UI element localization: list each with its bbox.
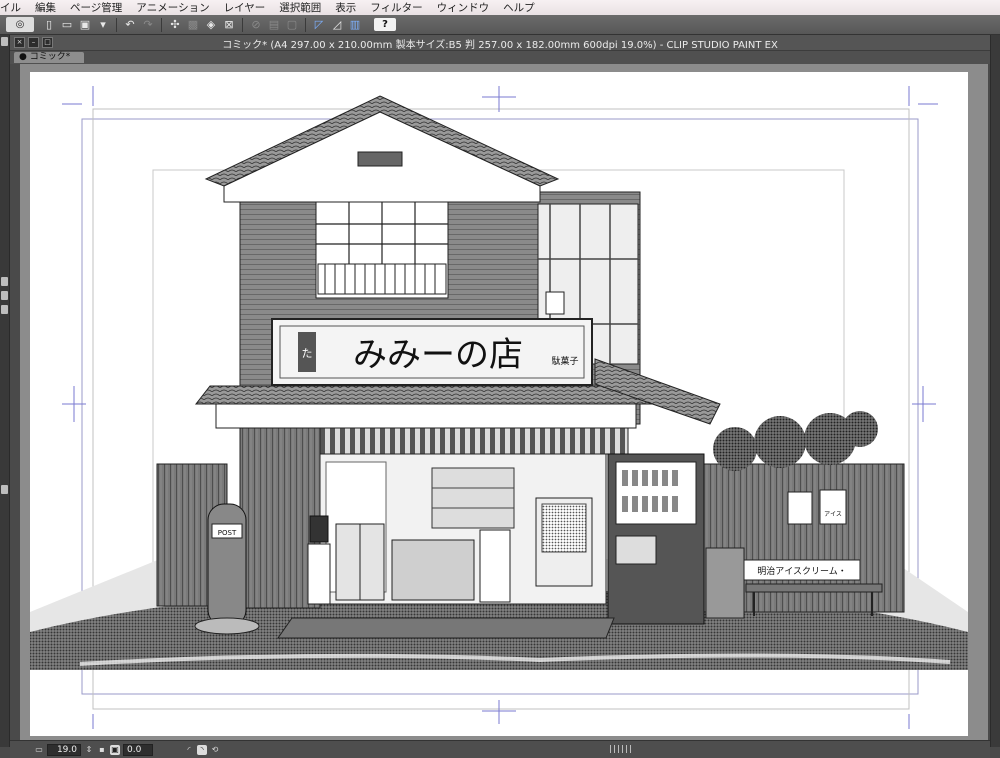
bench-seat: [745, 583, 883, 593]
menu-help[interactable]: ヘルプ: [496, 0, 542, 15]
rotation-field[interactable]: 0.0: [123, 743, 153, 756]
palette-tab[interactable]: [1, 305, 8, 314]
rotate-right-icon[interactable]: ◝: [197, 744, 207, 755]
menu-page[interactable]: ページ管理: [63, 0, 129, 15]
snap-guide-icon[interactable]: ◿: [330, 18, 344, 32]
palette-tab[interactable]: [1, 291, 8, 300]
display-counter: [391, 539, 475, 601]
snap-ruler-icon[interactable]: ◸: [312, 18, 326, 32]
scale-icon[interactable]: ⊠: [222, 18, 236, 32]
command-bar: ◎ ▯ ▭ ▣ ▾ ↶ ↷ ✣ ▩ ◈ ⊠ ⊘ ▤ ▢ ◸ ◿ ▥ ?: [0, 15, 1000, 35]
palette-tab[interactable]: [1, 277, 8, 286]
poster-text: アイス: [824, 511, 842, 518]
shop-name: みみーの店: [353, 335, 523, 375]
menu-selection[interactable]: 選択範囲: [272, 0, 328, 15]
fit-page-icon[interactable]: ▪: [97, 745, 107, 755]
post-label: POST: [218, 529, 237, 537]
tab-comic[interactable]: ● コミック*: [14, 52, 85, 63]
flip-icon[interactable]: ⟲: [210, 745, 220, 755]
zoom-out-icon[interactable]: ▭: [34, 745, 44, 755]
fence-poster: [787, 491, 813, 525]
toolbar-divider: [116, 17, 117, 32]
clear-selection-icon[interactable]: ⊘: [249, 18, 263, 32]
manga-page[interactable]: た みみーの店 駄菓子 POST アイス 明治アイスクリーム・: [20, 64, 988, 740]
actual-size-icon[interactable]: ▣: [110, 744, 120, 755]
document-tab-bar: ● コミック*: [10, 51, 990, 64]
dropdown-icon[interactable]: ▾: [96, 18, 110, 32]
scrollbar-grip[interactable]: [610, 745, 634, 753]
fill-icon[interactable]: ◈: [204, 18, 218, 32]
new-file-icon[interactable]: ▯: [42, 18, 56, 32]
sign-subtitle: 駄菓子: [551, 355, 578, 367]
fence-poster: [819, 489, 847, 525]
tab-label: コミック*: [29, 52, 71, 62]
menu-filter[interactable]: フィルター: [363, 0, 429, 15]
palette-tab[interactable]: [1, 485, 8, 494]
document-titlebar: × – □ コミック* (A4 297.00 x 210.00mm 製本サイズ:…: [10, 35, 990, 51]
undo-icon[interactable]: ↶: [123, 18, 137, 32]
palette-tab[interactable]: [1, 37, 8, 46]
status-bar: ▭ 19.0 ⇕ ▪ ▣ 0.0 ◜ ◝ ⟲: [10, 740, 990, 758]
menu-animation[interactable]: アニメーション: [129, 0, 216, 15]
menu-window[interactable]: ウィンドウ: [430, 0, 497, 15]
toolbar-divider: [305, 17, 306, 32]
deselect-icon[interactable]: ▢: [285, 18, 299, 32]
shop-doormat: [277, 617, 615, 639]
rotate-left-icon[interactable]: ◜: [184, 745, 194, 755]
clip-studio-icon[interactable]: ◎: [6, 17, 34, 32]
lower-eave: [194, 385, 661, 405]
striped-awning: [317, 427, 629, 455]
sign-tag: た: [302, 347, 313, 360]
bench-sign-text: 明治アイスクリーム・: [757, 565, 846, 577]
menu-file[interactable]: イル: [0, 0, 28, 15]
toolbar-divider: [161, 17, 162, 32]
right-palette-strip: [990, 35, 1000, 747]
save-icon[interactable]: ▣: [78, 18, 92, 32]
candy-shelf: [431, 467, 515, 529]
sparkle-icon[interactable]: ✣: [168, 18, 182, 32]
redo-icon[interactable]: ↷: [141, 18, 155, 32]
help-button[interactable]: ?: [374, 18, 396, 31]
toolbar-divider: [242, 17, 243, 32]
menu-bar: イル 編集 ページ管理 アニメーション レイヤー 選択範囲 表示 フィルター ウ…: [0, 0, 1000, 16]
menu-edit[interactable]: 編集: [28, 0, 63, 15]
menu-layer[interactable]: レイヤー: [217, 0, 273, 15]
canvas-area[interactable]: た みみーの店 駄菓子 POST アイス 明治アイスクリーム・: [20, 64, 988, 740]
trash-bin: [705, 547, 745, 619]
crop-icon[interactable]: ▤: [267, 18, 281, 32]
menu-view[interactable]: 表示: [328, 0, 363, 15]
post-mailbox: [207, 503, 247, 627]
window-title: コミック* (A4 297.00 x 210.00mm 製本サイズ:B5 判 2…: [222, 40, 778, 51]
zoom-field[interactable]: 19.0: [47, 743, 81, 756]
snap-grid-icon[interactable]: ▥: [348, 18, 362, 32]
transform-icon[interactable]: ▩: [186, 18, 200, 32]
zoom-stepper-icon[interactable]: ⇕: [84, 745, 94, 755]
left-palette-strip: [0, 35, 10, 747]
open-folder-icon[interactable]: ▭: [60, 18, 74, 32]
